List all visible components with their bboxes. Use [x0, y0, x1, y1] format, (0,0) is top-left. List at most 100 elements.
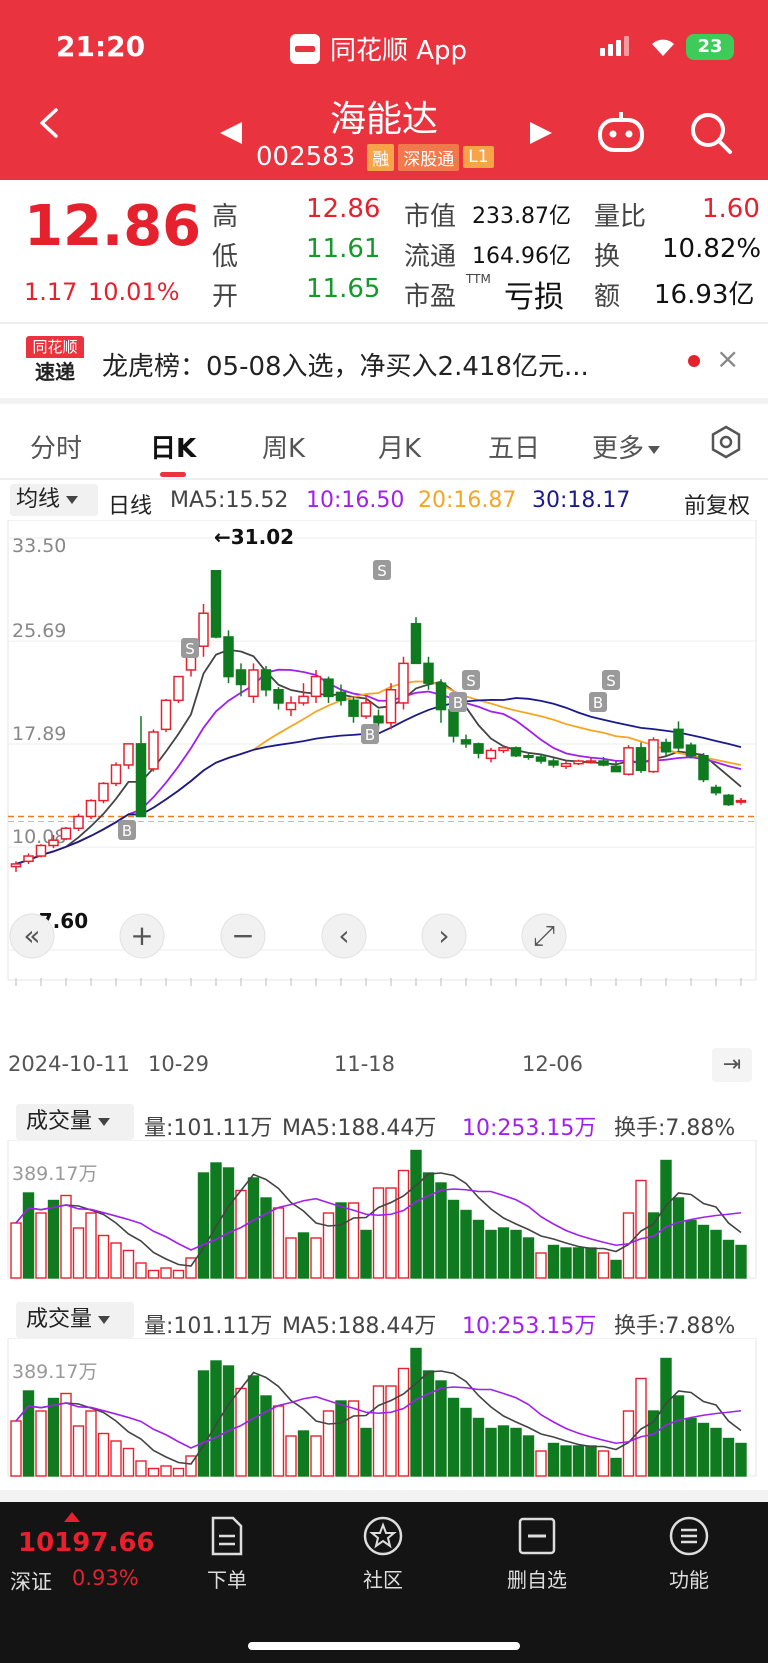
volume-value: 量:101.11万 [144, 1116, 273, 1141]
candle-body [160, 699, 172, 731]
candle [648, 737, 659, 773]
candle-body [210, 569, 222, 638]
quote-panel: 12.86 1.17 10.01% 高 12.86 低 11.61 开 11.6… [0, 180, 768, 322]
volume-bar [285, 1435, 297, 1477]
volume-bar [447, 1397, 460, 1477]
ma-selector[interactable]: 均线 [10, 484, 98, 516]
volume-bar [47, 1397, 60, 1477]
tab-monthly-k[interactable]: 月K [378, 428, 421, 465]
candle [573, 759, 584, 765]
volume-bar [147, 1467, 160, 1477]
nav-remove-watchlist[interactable]: 删自选 [482, 1514, 592, 1593]
volume-bar [722, 1239, 735, 1279]
volume-bar [372, 1187, 385, 1279]
volume-chart[interactable]: 389.17万 [0, 1338, 768, 1478]
volume-bar [485, 1427, 497, 1477]
index-value[interactable]: 10197.66 [18, 1528, 155, 1558]
candle [673, 721, 684, 751]
nav-order[interactable]: 下单 [172, 1514, 282, 1593]
wifi-icon [652, 39, 674, 56]
volume-bar [310, 1237, 322, 1279]
tab-five-day[interactable]: 五日 [488, 428, 540, 465]
volume-chart[interactable]: 389.17万 [0, 1140, 768, 1280]
volume-bar [472, 1417, 485, 1477]
volume-bar [222, 1365, 235, 1477]
news-banner[interactable]: 同花顺 速递 龙虎榜：05-08入选，净买入2.418亿元... [0, 322, 768, 398]
volume-bar [72, 1227, 85, 1279]
chevron-down-icon [66, 496, 79, 504]
date-label: 12-06 [522, 1052, 584, 1076]
volume-bar [35, 1410, 47, 1477]
prev-stock-icon[interactable] [218, 120, 244, 146]
settings-hex-icon[interactable] [708, 424, 744, 460]
nav-functions[interactable]: 功能 [634, 1514, 744, 1593]
volume-bar [435, 1182, 447, 1279]
candle [723, 794, 734, 806]
volume-selector[interactable]: 成交量 [16, 1302, 134, 1338]
nav-community[interactable]: 社区 [328, 1514, 438, 1593]
assistant-robot-icon[interactable] [596, 110, 646, 154]
jump-to-latest-icon[interactable]: ⇥ [712, 1048, 752, 1082]
volume-bar [685, 1219, 697, 1279]
buy-signal-marker: B [589, 692, 607, 712]
news-logo-bottom: 速递 [35, 360, 75, 384]
candle-body [585, 760, 597, 764]
svg-text:S: S [466, 672, 476, 690]
news-text[interactable]: 龙虎榜：05-08入选，净买入2.418亿元... [102, 346, 589, 383]
volume-bar [135, 1460, 147, 1477]
volume-bar [85, 1212, 97, 1279]
tab-more[interactable]: 更多 [592, 428, 661, 465]
tab-daily-k[interactable]: 日K [150, 428, 196, 465]
candle [473, 742, 484, 759]
volume-selector-label: 成交量 [26, 1109, 93, 1134]
candle-body [198, 612, 209, 647]
volume-bar [235, 1189, 247, 1279]
candle-body [373, 715, 384, 724]
volume-bar [510, 1229, 522, 1279]
mcap-label: 市值 [404, 202, 457, 232]
chevron-down-icon [98, 1316, 111, 1324]
status-time: 21:20 [56, 30, 146, 63]
tag-level: L1 [463, 146, 494, 168]
candle [173, 675, 184, 703]
chevron-down-icon [648, 445, 661, 454]
next-stock-icon[interactable] [528, 120, 554, 146]
app-header: 21:20 同花顺 App 23 海能达 002583 融 深股通 L1 [0, 0, 768, 180]
app-return-pill[interactable]: 同花顺 App [290, 30, 467, 67]
svg-text:+: + [130, 919, 153, 952]
cellular-signal-icon [600, 36, 629, 56]
svg-text:B: B [365, 726, 375, 744]
volume-bar [22, 1192, 35, 1279]
ma5-value: MA5:15.52 [170, 488, 289, 513]
ma10-value: 10:16.50 [306, 488, 405, 513]
y-tick-label: 17.89 [12, 723, 66, 745]
volume-selector-label: 成交量 [26, 1307, 93, 1332]
candle [323, 676, 334, 703]
candle-body [473, 743, 484, 754]
ma20-value: 20:16.87 [418, 488, 517, 513]
open-value: 11.65 [306, 274, 381, 304]
tag-margin: 融 [367, 143, 395, 171]
candlestick-chart[interactable]: 33.5025.6917.8910.082.28←31.02←7.60BSSBS… [0, 520, 768, 1040]
index-name: 深证 [10, 1570, 52, 1594]
tab-weekly-k[interactable]: 周K [262, 428, 305, 465]
search-icon[interactable] [688, 110, 734, 156]
volume-bar [497, 1227, 510, 1279]
tab-intraday[interactable]: 分时 [30, 428, 82, 465]
candle-body [23, 855, 34, 863]
volume-bar [35, 1212, 47, 1279]
adjust-mode[interactable]: 前复权 [684, 488, 750, 520]
volume-bar [497, 1425, 510, 1477]
zoom-out-icon: − [220, 913, 266, 959]
candle [385, 683, 397, 730]
volume-bar [572, 1247, 585, 1279]
prev-bar-icon: ‹ [321, 913, 367, 959]
volume-header: 成交量 量:101.11万 MA5:188.44万 10:253.15万 换手:… [16, 1104, 768, 1141]
volume-bar [622, 1410, 635, 1477]
turnover-label: 换 [594, 242, 621, 272]
volume-bar [722, 1437, 735, 1477]
volume-selector[interactable]: 成交量 [16, 1104, 134, 1140]
candle-body [248, 669, 259, 698]
candle-body [223, 636, 234, 678]
news-close-icon[interactable]: × [716, 342, 739, 375]
